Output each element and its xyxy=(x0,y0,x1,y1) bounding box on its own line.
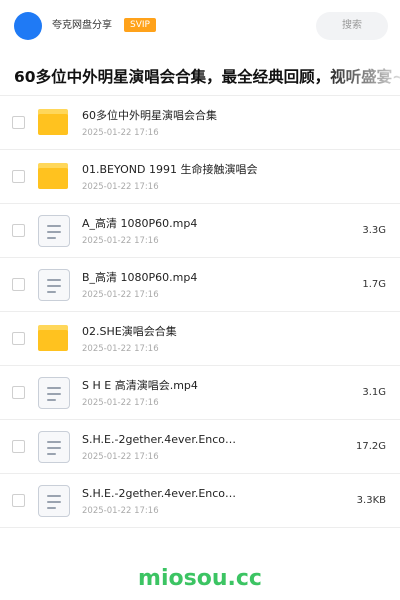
video-file-icon xyxy=(38,485,70,517)
file-date: 2025-01-22 17:16 xyxy=(82,452,159,462)
share-user-name: 夸克网盘分享 xyxy=(52,20,112,31)
file-date: 2025-01-22 17:16 xyxy=(82,506,159,516)
checkbox[interactable] xyxy=(12,224,25,237)
checkbox[interactable] xyxy=(12,440,25,453)
list-item[interactable]: 01.BEYOND 1991 生命接触演唱会 2025-01-22 17:16 xyxy=(0,150,400,204)
file-name: S.H.E.-2gether.4ever.Enco… xyxy=(82,487,237,500)
folder-icon xyxy=(38,323,70,355)
file-date: 2025-01-22 17:16 xyxy=(82,128,159,138)
list-item[interactable]: B_高清 1080P60.mp4 2025-01-22 17:16 1.7G xyxy=(0,258,400,312)
video-file-icon xyxy=(38,215,70,247)
list-item[interactable]: S.H.E.-2gether.4ever.Enco… 2025-01-22 17… xyxy=(0,474,400,528)
file-date: 2025-01-22 17:16 xyxy=(82,182,159,192)
share-title-bar: 60多位中外明星演唱会合集，最全经典回顾，视听盛宴~ xyxy=(14,66,400,88)
checkbox[interactable] xyxy=(12,170,25,183)
file-list: 60多位中外明星演唱会合集 2025-01-22 17:16 01.BEYOND… xyxy=(0,96,400,528)
file-name: A_高清 1080P60.mp4 xyxy=(82,217,198,230)
file-size: 3.3KB xyxy=(356,495,386,506)
video-file-icon xyxy=(38,377,70,409)
file-date: 2025-01-22 17:16 xyxy=(82,398,159,408)
checkbox[interactable] xyxy=(12,116,25,129)
search-button[interactable]: 搜索 xyxy=(316,12,388,40)
file-name: B_高清 1080P60.mp4 xyxy=(82,271,198,284)
file-name: S H E 高清演唱会.mp4 xyxy=(82,379,198,392)
file-date: 2025-01-22 17:16 xyxy=(82,290,159,300)
avatar[interactable] xyxy=(14,12,42,40)
folder-icon xyxy=(38,107,70,139)
file-size: 3.1G xyxy=(362,387,386,398)
checkbox[interactable] xyxy=(12,332,25,345)
video-file-icon xyxy=(38,431,70,463)
list-item[interactable]: 02.SHE演唱会合集 2025-01-22 17:16 xyxy=(0,312,400,366)
checkbox[interactable] xyxy=(12,278,25,291)
file-size: 3.3G xyxy=(362,225,386,236)
list-item[interactable]: S H E 高清演唱会.mp4 2025-01-22 17:16 3.1G xyxy=(0,366,400,420)
share-title: 60多位中外明星演唱会合集，最全经典回顾，视听盛宴~ xyxy=(14,68,400,86)
list-item[interactable]: S.H.E.-2gether.4ever.Enco… 2025-01-22 17… xyxy=(0,420,400,474)
list-item[interactable]: 60多位中外明星演唱会合集 2025-01-22 17:16 xyxy=(0,96,400,150)
file-name: S.H.E.-2gether.4ever.Enco… xyxy=(82,433,237,446)
checkbox[interactable] xyxy=(12,494,25,507)
video-file-icon xyxy=(38,269,70,301)
file-size: 1.7G xyxy=(362,279,386,290)
list-item[interactable]: A_高清 1080P60.mp4 2025-01-22 17:16 3.3G xyxy=(0,204,400,258)
file-name: 60多位中外明星演唱会合集 xyxy=(82,109,217,122)
file-date: 2025-01-22 17:16 xyxy=(82,344,159,354)
folder-icon xyxy=(38,161,70,193)
file-size: 17.2G xyxy=(355,441,386,452)
checkbox[interactable] xyxy=(12,386,25,399)
file-name: 02.SHE演唱会合集 xyxy=(82,325,177,338)
svip-badge: SVIP xyxy=(124,18,156,32)
watermark: miosou.cc xyxy=(138,566,262,591)
file-date: 2025-01-22 17:16 xyxy=(82,236,159,246)
top-bar: 夸克网盘分享 SVIP 搜索 xyxy=(0,0,400,52)
file-name: 01.BEYOND 1991 生命接触演唱会 xyxy=(82,163,258,176)
